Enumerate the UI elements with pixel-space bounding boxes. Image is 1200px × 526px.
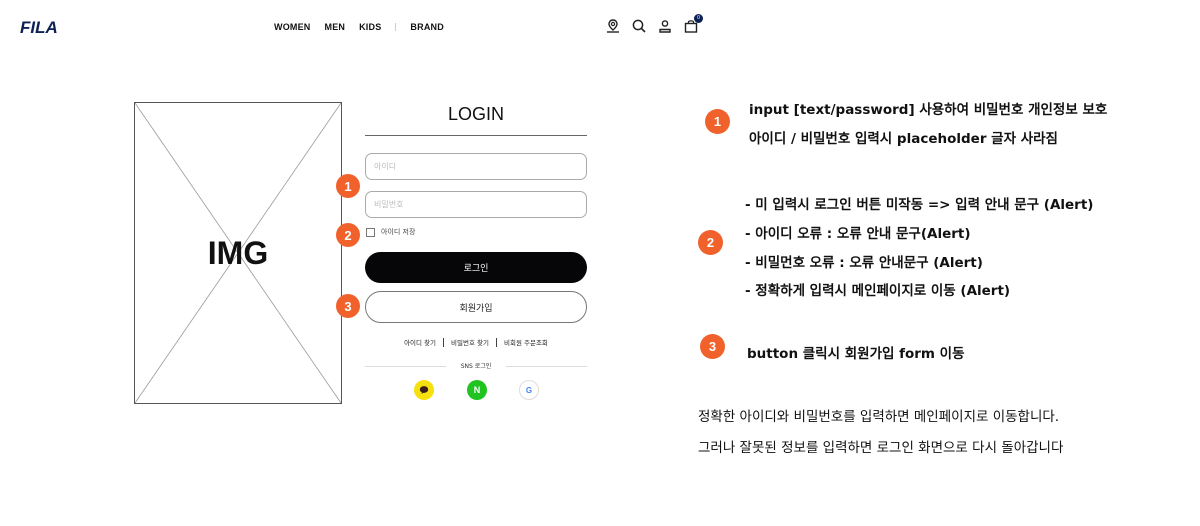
login-button[interactable]: 로그인	[365, 252, 587, 283]
note-2-line-4: - 정확하게 입력시 메인페이지로 이동 (Alert)	[745, 283, 1011, 299]
image-placeholder: IMG	[134, 102, 342, 404]
find-password-link[interactable]: 비밀번호 찾기	[444, 337, 496, 347]
step-marker-1: 1	[336, 174, 360, 198]
nav-brand[interactable]: BRAND	[410, 22, 444, 32]
fila-logo[interactable]: FILA	[20, 17, 70, 37]
step-marker-3: 3	[336, 294, 360, 318]
cart-count-badge: 0	[694, 14, 703, 23]
nav-women[interactable]: WOMEN	[274, 22, 311, 32]
note-1-line-2: 아이디 / 비밀번호 입력시 placeholder 글자 사라짐	[749, 131, 1058, 147]
kakao-login-button[interactable]	[414, 380, 434, 400]
user-icon[interactable]	[657, 18, 673, 34]
title-divider	[365, 135, 587, 136]
naver-login-button[interactable]: N	[467, 380, 487, 400]
note-3-text: button 클릭시 회원가입 form 이동	[747, 346, 965, 362]
save-id-label: 아이디 저장	[381, 228, 416, 236]
main-nav: WOMEN MEN KIDS BRAND	[274, 22, 458, 32]
cart-icon[interactable]: 0	[683, 14, 703, 34]
store-locator-icon[interactable]	[605, 18, 621, 34]
summary-line-2: 그러나 잘못된 정보를 입력하면 로그인 화면으로 다시 돌아갑니다	[698, 440, 1064, 456]
note-marker-1: 1	[705, 109, 730, 134]
guest-order-link[interactable]: 비회원 주문조회	[497, 337, 555, 347]
kakao-icon	[419, 386, 429, 394]
header-utilities: 0	[605, 14, 703, 34]
login-title: LOGIN	[447, 104, 504, 124]
sns-login-label: SNS 로그인	[446, 361, 506, 370]
google-login-button[interactable]: G	[519, 380, 539, 400]
password-input[interactable]	[365, 191, 587, 218]
note-marker-2: 2	[698, 230, 723, 255]
note-marker-3: 3	[700, 334, 725, 359]
note-1-line-1: input [text/password] 사용하여 비밀번호 개인정보 보호	[749, 102, 1108, 118]
search-icon[interactable]	[631, 18, 647, 34]
summary-line-1: 정확한 아이디와 비밀번호를 입력하면 메인페이지로 이동합니다.	[698, 409, 1060, 425]
nav-men[interactable]: MEN	[325, 22, 346, 32]
id-input[interactable]	[365, 153, 587, 180]
nav-kids[interactable]: KIDS	[359, 22, 381, 32]
naver-icon: N	[473, 385, 481, 395]
find-id-link[interactable]: 아이디 찾기	[397, 337, 443, 347]
step-marker-2: 2	[336, 223, 360, 247]
account-help-links: 아이디 찾기 비밀번호 찾기 비회원 주문조회	[365, 337, 587, 347]
fila-logo-icon: FILA	[20, 18, 58, 37]
note-2-line-2: - 아이디 오류 : 오류 안내 문구(Alert)	[745, 226, 971, 242]
note-2-line-1: - 미 입력시 로그인 버튼 미작동 => 입력 안내 문구 (Alert)	[745, 197, 1094, 213]
join-button[interactable]: 회원가입	[365, 291, 587, 323]
nav-divider	[395, 23, 397, 31]
note-2-line-3: - 비밀먼호 오류 : 오류 안내문구 (Alert)	[745, 255, 983, 271]
save-id-checkbox[interactable]	[366, 227, 375, 237]
google-icon: G	[525, 385, 533, 395]
svg-text:FILA: FILA	[20, 18, 58, 37]
image-placeholder-label: IMG	[207, 234, 269, 271]
save-id-option[interactable]: 아이디 저장	[366, 227, 415, 237]
